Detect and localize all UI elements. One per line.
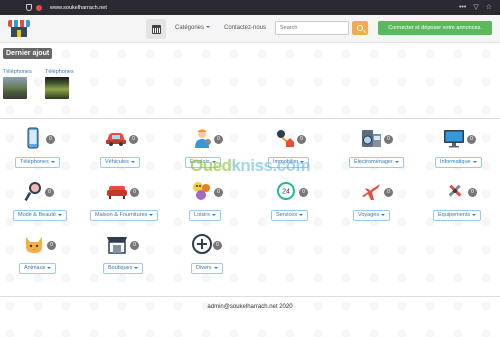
chevron-down-icon [213,266,218,269]
chevron-down-icon [381,213,386,216]
plus-circle-icon [192,234,212,254]
chevron-down-icon [472,213,477,216]
bookmark-star-icon[interactable]: ☆ [486,3,492,12]
chevron-down-icon [50,160,55,163]
address-bar[interactable]: www.soukelharrach.net [50,5,107,11]
category-button[interactable]: Services [271,210,309,221]
recent-listing[interactable]: Téléphones [45,69,79,99]
recent-listing-label[interactable]: Téléphones [45,69,79,75]
category-maison: 0 Maison & Fournitures [90,180,160,230]
appliance-icon [362,130,381,147]
category-electromenager: 0 Électroménager [349,127,419,177]
count-badge: 0 [214,135,223,144]
count-badge: 0 [467,135,476,144]
tools-icon [448,184,462,197]
count-badge: 0 [214,188,223,197]
page-actions-icon[interactable]: ••• [459,3,466,12]
phone-icon [27,127,39,149]
category-button[interactable]: Voyages [353,210,391,221]
sofa-icon [107,186,127,199]
login-post-button[interactable]: Connecter et déposer votre annonces. [378,21,492,35]
categories-dropdown[interactable]: Catégories [175,25,211,31]
listing-thumbnail[interactable] [3,77,27,99]
count-badge: 0 [468,188,477,197]
chevron-down-icon [394,160,399,163]
recent-title: Dernier ajout [3,48,53,59]
category-equipements: 0 Equipements [433,180,500,230]
category-animaux: 0 Animaux [19,233,89,283]
count-badge: 0 [45,188,54,197]
listing-thumbnail[interactable] [45,77,69,99]
category-vehicules: 0 Véhicules [100,127,170,177]
chevron-down-icon [47,266,52,269]
category-button[interactable]: Électroménager [349,157,404,168]
chevron-down-icon [134,266,139,269]
category-divers: 0 Divers [191,233,261,283]
airplane-icon [362,184,380,200]
search-icon [357,25,363,31]
chevron-down-icon [299,213,304,216]
house-key-icon [277,130,294,147]
category-services: 24 0 Services [271,180,341,230]
divider [0,296,500,297]
category-informatique: 0 Informatique [435,127,500,177]
calendar-icon [151,24,161,34]
chevron-down-icon [472,160,477,163]
category-button[interactable]: Loisirs [189,210,221,221]
computer-icon [444,130,464,148]
count-badge: 0 [130,188,139,197]
watermark: Ouedkniss.com [190,156,311,175]
chevron-down-icon [130,160,135,163]
site-navbar: Catégories Contactez-nous Connecter et d… [0,15,500,43]
category-button[interactable]: Animaux [19,263,57,274]
category-button[interactable]: Véhicules [100,157,140,168]
count-badge: 0 [384,135,393,144]
chevron-down-icon [57,213,62,216]
category-button[interactable]: Divers [191,263,223,274]
search-button[interactable] [352,21,368,35]
shop-icon [107,237,127,254]
category-button[interactable]: Equipements [433,210,482,221]
category-button[interactable]: Mode & Beauté [13,210,67,221]
category-button[interactable]: Téléphones [15,157,60,168]
category-telephones: 0 Téléphones [15,127,85,177]
cat-icon [26,237,42,253]
category-voyages: 0 Voyages [353,180,423,230]
browser-toolbar: www.soukelharrach.net ••• ▽ ☆ [0,0,500,15]
count-badge: 0 [384,188,393,197]
category-boutiques: 0 Boutiques [103,233,173,283]
divider [0,118,500,119]
category-loisirs: 0 Loisirs [189,180,259,230]
pocket-icon[interactable]: ▽ [473,3,478,12]
recent-listing[interactable]: Téléphones [3,69,37,99]
chevron-down-icon [206,26,211,29]
count-badge: 0 [299,188,308,197]
calendar-button[interactable] [146,19,166,39]
clock-24-icon: 24 [277,182,295,200]
chevron-down-icon [149,213,154,216]
search-input[interactable] [275,21,349,35]
count-badge: 0 [46,135,55,144]
category-button[interactable]: Maison & Fournitures [90,210,159,221]
count-badge: 0 [47,241,56,250]
car-icon [106,133,126,146]
games-icon [193,182,210,200]
recent-listing-label[interactable]: Téléphones [3,69,37,75]
count-badge: 0 [129,135,138,144]
category-mode-beaute: 0 Mode & Beauté [13,180,83,230]
category-button[interactable]: Boutiques [103,263,144,274]
chevron-down-icon [211,213,216,216]
worker-icon [195,129,211,148]
shield-icon[interactable] [26,4,32,11]
count-badge: 0 [297,135,306,144]
mirror-icon [24,182,41,202]
contact-link[interactable]: Contactez-nous [224,25,266,31]
site-security-icon[interactable] [36,4,42,11]
count-badge: 0 [213,241,222,250]
site-logo[interactable] [8,18,30,40]
footer-text: admin@soukelharrach.net 2020 [207,304,293,310]
category-button[interactable]: Informatique [435,157,482,168]
svg-text:24: 24 [282,189,290,196]
count-badge: 0 [130,241,139,250]
